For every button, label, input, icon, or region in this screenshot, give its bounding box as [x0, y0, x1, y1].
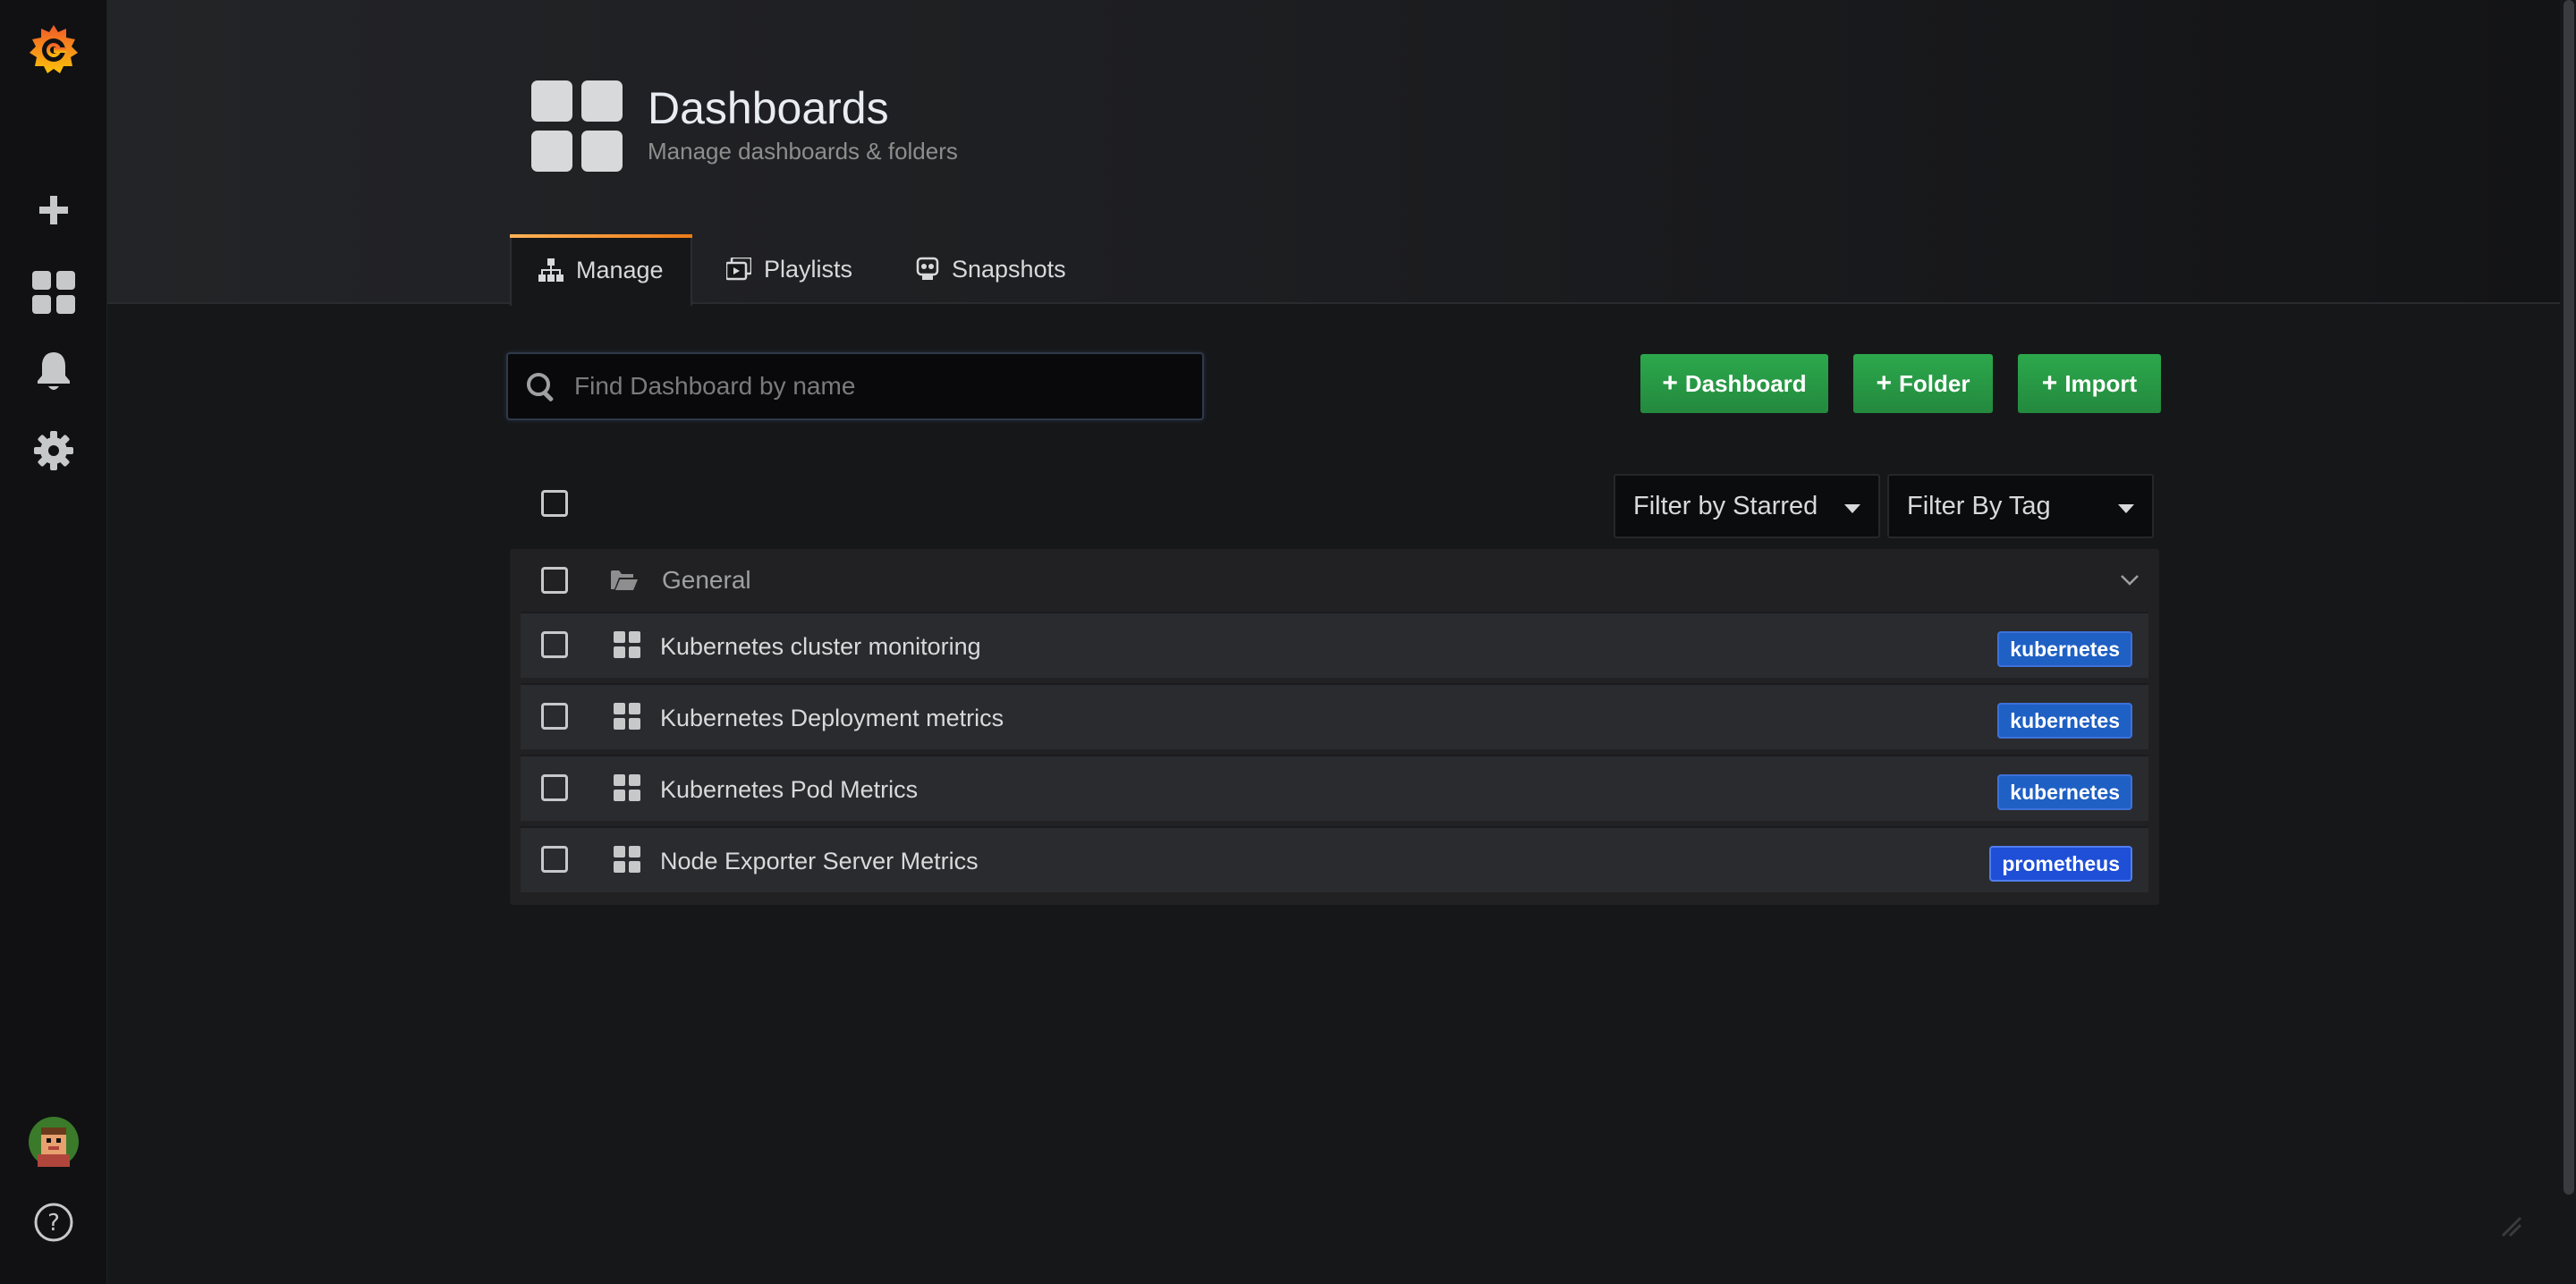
dashboard-icon — [614, 703, 640, 730]
tab-manage-label: Manage — [576, 256, 664, 283]
new-folder-button[interactable]: + Folder — [1853, 354, 1993, 413]
tab-snapshots[interactable]: Snapshots — [916, 234, 1066, 304]
dashboards-grid-icon[interactable] — [0, 266, 107, 319]
create-plus-icon[interactable] — [0, 183, 107, 237]
folder-open-icon — [611, 570, 638, 590]
caret-down-icon — [2118, 504, 2134, 513]
dashboard-row[interactable]: Kubernetes Deployment metrics kubernetes — [521, 683, 2148, 749]
scrollbar[interactable] — [2563, 0, 2574, 1195]
new-dashboard-label: Dashboard — [1684, 369, 1807, 397]
dashboard-title[interactable]: Kubernetes Deployment metrics — [660, 705, 1004, 732]
folder-checkbox[interactable] — [541, 567, 568, 594]
dashboard-row[interactable]: Kubernetes Pod Metrics kubernetes — [521, 755, 2148, 821]
select-all-checkbox[interactable] — [541, 490, 568, 517]
new-folder-label: Folder — [1899, 369, 1970, 397]
dashboard-tag[interactable]: kubernetes — [1997, 703, 2132, 739]
new-dashboard-button[interactable]: + Dashboard — [1640, 354, 1828, 413]
sitemap-icon — [538, 258, 564, 282]
search-icon — [527, 373, 554, 401]
dashboard-tag[interactable]: kubernetes — [1997, 774, 2132, 810]
plus-icon: + — [2041, 368, 2058, 398]
dashboard-search — [506, 352, 1204, 420]
tab-manage[interactable]: Manage — [510, 234, 692, 306]
import-label: Import — [2064, 369, 2138, 397]
search-input[interactable] — [572, 354, 1190, 418]
dashboard-title[interactable]: Kubernetes cluster monitoring — [660, 633, 981, 661]
filter-starred-select[interactable]: Filter by Starred — [1614, 474, 1880, 538]
resize-handle-icon[interactable] — [2499, 1214, 2522, 1238]
plus-icon: + — [1662, 368, 1678, 398]
row-checkbox[interactable] — [541, 846, 568, 873]
dashboard-tag[interactable]: prometheus — [1989, 846, 2132, 882]
tab-playlists[interactable]: Playlists — [726, 234, 852, 304]
folder-name: General — [662, 566, 751, 594]
dashboard-icon — [614, 774, 640, 801]
grafana-logo-icon[interactable] — [0, 18, 107, 80]
tab-playlists-label: Playlists — [764, 255, 853, 283]
folder-section-header[interactable]: General — [510, 549, 2159, 612]
page-title: Dashboards — [648, 83, 889, 133]
configuration-gear-icon[interactable] — [0, 424, 107, 477]
alerting-bell-icon[interactable] — [0, 344, 107, 398]
dashboards-header-icon — [531, 80, 623, 172]
dashboard-row[interactable]: Kubernetes cluster monitoring kubernetes — [521, 612, 2148, 678]
row-checkbox[interactable] — [541, 774, 568, 801]
tab-snapshots-label: Snapshots — [952, 255, 1066, 283]
dashboard-icon — [614, 846, 640, 873]
caret-down-icon — [1844, 504, 1860, 513]
row-checkbox[interactable] — [541, 631, 568, 658]
row-checkbox[interactable] — [541, 703, 568, 730]
snapshot-icon — [916, 257, 939, 280]
dashboard-icon — [614, 631, 640, 658]
plus-icon: + — [1876, 368, 1893, 398]
page-subtitle: Manage dashboards & folders — [648, 138, 958, 165]
filter-starred-label: Filter by Starred — [1633, 491, 1818, 520]
filter-tag-select[interactable]: Filter By Tag — [1887, 474, 2154, 538]
import-button[interactable]: + Import — [2018, 354, 2161, 413]
chevron-down-icon[interactable] — [2120, 574, 2140, 587]
help-icon[interactable]: ? — [0, 1195, 107, 1249]
dashboard-list: General Kubernetes cluster monitoring ku… — [510, 549, 2159, 905]
side-menu: ? — [0, 0, 107, 1284]
dashboard-row[interactable]: Node Exporter Server Metrics prometheus — [521, 826, 2148, 892]
dashboard-title[interactable]: Kubernetes Pod Metrics — [660, 776, 918, 804]
dashboard-title[interactable]: Node Exporter Server Metrics — [660, 848, 979, 875]
playlist-icon — [726, 258, 751, 281]
filter-tag-label: Filter By Tag — [1907, 491, 2051, 520]
page-header — [107, 0, 2560, 304]
svg-text:?: ? — [47, 1210, 60, 1237]
dashboard-tag[interactable]: kubernetes — [1997, 631, 2132, 667]
user-avatar[interactable] — [0, 1115, 107, 1169]
